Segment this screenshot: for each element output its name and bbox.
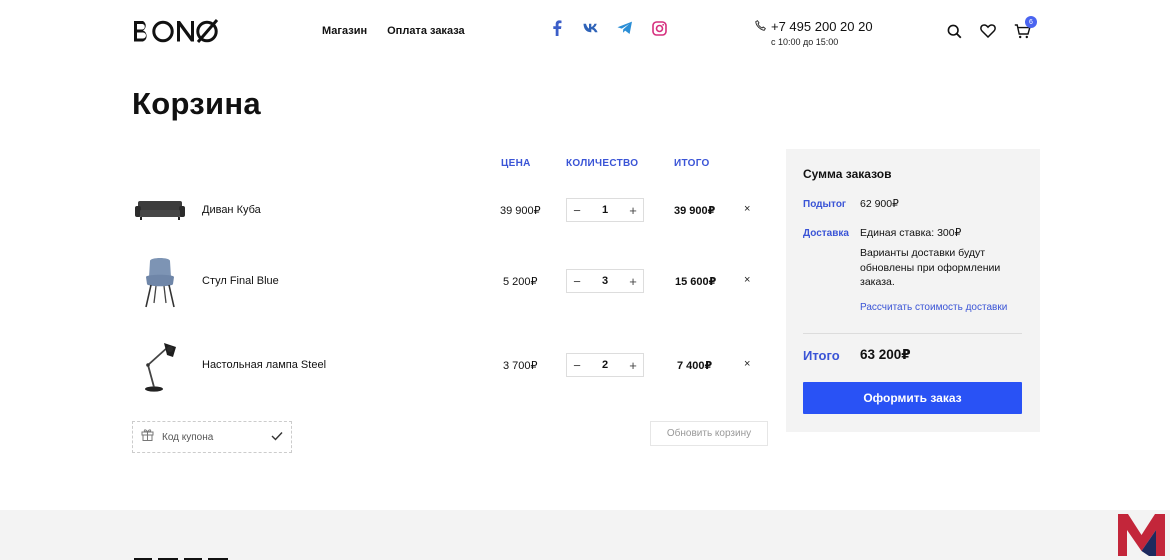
quantity-stepper: − 1 + bbox=[566, 198, 644, 222]
chair-image[interactable] bbox=[132, 255, 188, 311]
phone-icon bbox=[755, 19, 766, 34]
subtotal-value: 62 900₽ bbox=[860, 198, 899, 210]
cart-row: Настольная лампа Steel 3 700₽ − 2 + 7 40… bbox=[132, 337, 772, 393]
line-total: 7 400₽ bbox=[677, 360, 713, 372]
col-total-header: ИТОГО bbox=[674, 158, 710, 169]
coupon-input[interactable]: Код купона bbox=[162, 432, 271, 443]
grand-total-label: Итого bbox=[803, 348, 840, 363]
subtotal-label: Подытог bbox=[803, 199, 847, 210]
coupon-field[interactable]: Код купона bbox=[132, 421, 292, 453]
header-actions: 6 bbox=[945, 16, 1037, 40]
apply-coupon-check-icon[interactable] bbox=[271, 428, 283, 446]
social-links bbox=[548, 19, 668, 37]
main-nav: Магазин Оплата заказа bbox=[322, 25, 465, 37]
col-price-header: ЦЕНА bbox=[501, 158, 531, 169]
remove-item-button[interactable]: × bbox=[744, 358, 750, 370]
working-hours: с 10:00 до 15:00 bbox=[771, 37, 839, 47]
increase-button[interactable]: + bbox=[623, 354, 643, 376]
telegram-icon[interactable] bbox=[616, 19, 634, 37]
gift-icon bbox=[141, 428, 154, 446]
product-name[interactable]: Настольная лампа Steel bbox=[202, 359, 326, 371]
cart-icon[interactable]: 6 bbox=[1013, 16, 1037, 40]
quantity-stepper: − 3 + bbox=[566, 269, 644, 293]
quantity-input[interactable]: 2 bbox=[590, 359, 620, 371]
delivery-rate: Единая ставка: 300₽ bbox=[860, 227, 962, 239]
footer-logo[interactable] bbox=[132, 556, 230, 560]
calculate-shipping-link[interactable]: Рассчитать стоимость доставки bbox=[860, 302, 1007, 313]
search-icon[interactable] bbox=[945, 22, 963, 40]
quantity-input[interactable]: 1 bbox=[590, 204, 620, 216]
site-footer bbox=[0, 510, 1170, 560]
phone-number[interactable]: +7 495 200 20 20 bbox=[771, 19, 873, 34]
bono-logo[interactable] bbox=[132, 18, 220, 44]
summary-title: Сумма заказов bbox=[803, 167, 892, 181]
delivery-note: Варианты доставки будут обновлены при оф… bbox=[860, 247, 1001, 288]
product-name[interactable]: Стул Final Blue bbox=[202, 275, 279, 287]
remove-item-button[interactable]: × bbox=[744, 203, 750, 215]
checkout-button[interactable]: Оформить заказ bbox=[803, 382, 1022, 414]
summary-divider bbox=[803, 333, 1022, 334]
update-cart-button[interactable]: Обновить корзину bbox=[650, 421, 768, 446]
product-name[interactable]: Диван Куба bbox=[202, 204, 261, 216]
facebook-icon[interactable] bbox=[548, 19, 566, 37]
sofa-image[interactable] bbox=[132, 182, 188, 238]
product-price: 5 200₽ bbox=[503, 276, 538, 288]
quantity-input[interactable]: 3 bbox=[590, 275, 620, 287]
decrease-button[interactable]: − bbox=[567, 199, 587, 221]
col-quantity-header: КОЛИЧЕСТВО bbox=[566, 158, 639, 169]
cart-row: Стул Final Blue 5 200₽ − 3 + 15 600₽ × bbox=[132, 253, 772, 309]
m-brand-logo bbox=[1117, 513, 1166, 557]
page-title: Корзина bbox=[132, 86, 261, 121]
grand-total-value: 63 200₽ bbox=[860, 347, 911, 362]
decrease-button[interactable]: − bbox=[567, 354, 587, 376]
vk-icon[interactable] bbox=[582, 19, 600, 37]
lamp-image[interactable] bbox=[132, 337, 188, 393]
quantity-stepper: − 2 + bbox=[566, 353, 644, 377]
line-total: 15 600₽ bbox=[675, 276, 717, 288]
contact-phone: +7 495 200 20 20 с 10:00 до 15:00 bbox=[755, 19, 873, 47]
cart-row: Диван Куба 39 900₽ − 1 + 39 900₽ × bbox=[132, 182, 772, 238]
increase-button[interactable]: + bbox=[623, 270, 643, 292]
order-summary: Сумма заказов Подытог 62 900₽ Доставка Е… bbox=[786, 149, 1040, 432]
heart-icon[interactable] bbox=[979, 22, 997, 40]
delivery-label: Доставка bbox=[803, 228, 849, 239]
line-total: 39 900₽ bbox=[674, 205, 716, 217]
cart-count-badge: 6 bbox=[1025, 16, 1037, 28]
remove-item-button[interactable]: × bbox=[744, 274, 750, 286]
instagram-icon[interactable] bbox=[650, 19, 668, 37]
nav-shop[interactable]: Магазин bbox=[322, 25, 367, 37]
site-header: Магазин Оплата заказа +7 495 200 20 20 с… bbox=[0, 0, 1170, 64]
increase-button[interactable]: + bbox=[623, 199, 643, 221]
product-price: 39 900₽ bbox=[500, 205, 541, 217]
nav-payment[interactable]: Оплата заказа bbox=[387, 25, 465, 37]
decrease-button[interactable]: − bbox=[567, 270, 587, 292]
product-price: 3 700₽ bbox=[503, 360, 538, 372]
